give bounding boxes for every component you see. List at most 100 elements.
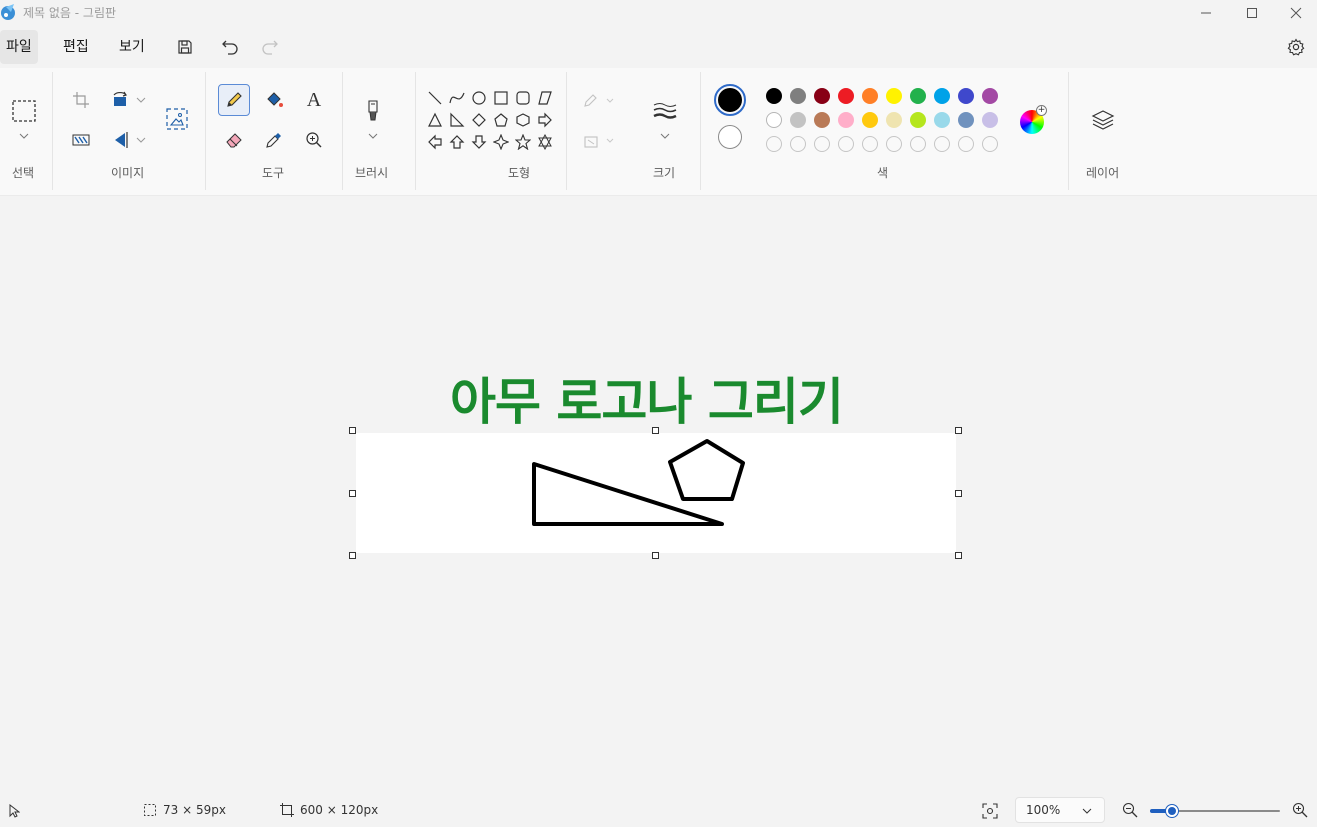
resize-handle-top-right[interactable] (955, 427, 962, 434)
chevron-down-icon[interactable] (368, 132, 378, 140)
custom-color-slot[interactable] (838, 136, 854, 152)
palette-swatch[interactable] (790, 88, 806, 104)
chevron-down-icon[interactable] (136, 136, 146, 144)
custom-color-slot[interactable] (766, 136, 782, 152)
menu-view[interactable]: 보기 (113, 30, 151, 64)
palette-swatch[interactable] (766, 112, 782, 128)
five-point-star-shape[interactable] (514, 133, 532, 151)
palette-swatch[interactable] (958, 88, 974, 104)
palette-swatch[interactable] (934, 88, 950, 104)
palette-swatch[interactable] (982, 112, 998, 128)
palette-swatch[interactable] (814, 112, 830, 128)
four-point-star-shape[interactable] (492, 133, 510, 151)
pencil-tool[interactable] (218, 84, 250, 116)
down-arrow-shape[interactable] (470, 133, 488, 151)
triangle-shape[interactable] (426, 111, 444, 129)
resize-handle-top[interactable] (652, 427, 659, 434)
edit-colors-button[interactable]: + (1020, 105, 1047, 134)
secondary-color-button[interactable] (718, 125, 742, 149)
rotate-tool[interactable] (106, 85, 136, 115)
layers-button[interactable] (1088, 105, 1118, 135)
image-resize-tool[interactable] (162, 104, 192, 134)
fill-dropdown[interactable] (578, 126, 618, 156)
fit-to-window-icon[interactable] (982, 803, 998, 819)
minimize-button[interactable] (1183, 0, 1229, 26)
crop-tool[interactable] (66, 85, 96, 115)
eraser-tool[interactable] (219, 125, 249, 155)
custom-color-slot[interactable] (790, 136, 806, 152)
custom-color-slot[interactable] (982, 136, 998, 152)
resize-handle-right[interactable] (955, 490, 962, 497)
palette-swatch[interactable] (910, 112, 926, 128)
menu-edit[interactable]: 편집 (57, 30, 95, 64)
resize-handle-top-left[interactable] (349, 427, 356, 434)
zoom-in-icon[interactable] (1292, 802, 1308, 818)
palette-swatch[interactable] (886, 112, 902, 128)
chevron-down-icon[interactable] (19, 132, 29, 140)
rectangle-shape[interactable] (492, 89, 510, 107)
outline-dropdown[interactable] (578, 86, 618, 116)
palette-swatch[interactable] (862, 88, 878, 104)
up-arrow-shape[interactable] (448, 133, 466, 151)
drawing-canvas[interactable] (356, 433, 956, 553)
save-button[interactable] (172, 34, 198, 60)
resize-handle-bottom[interactable] (652, 552, 659, 559)
right-triangle-shape[interactable] (448, 111, 466, 129)
palette-swatch[interactable] (958, 112, 974, 128)
close-button[interactable] (1273, 0, 1317, 26)
pentagon-shape[interactable] (492, 111, 510, 129)
custom-color-slot[interactable] (958, 136, 974, 152)
palette-swatch[interactable] (766, 88, 782, 104)
primary-color-button[interactable] (714, 84, 746, 116)
right-arrow-shape[interactable] (536, 111, 554, 129)
maximize-button[interactable] (1229, 0, 1275, 26)
menu-bar: 파일 편집 보기 (0, 30, 1317, 64)
eraser-icon (226, 133, 242, 148)
text-tool[interactable]: A (299, 85, 329, 115)
zoom-slider-thumb[interactable] (1166, 805, 1179, 817)
line-shape[interactable] (426, 89, 444, 107)
magnifier-tool[interactable] (299, 125, 329, 155)
rect-select-tool[interactable] (9, 96, 39, 126)
brush-tool[interactable] (358, 96, 388, 126)
palette-swatch[interactable] (790, 112, 806, 128)
diamond-shape[interactable] (470, 111, 488, 129)
settings-button[interactable] (1283, 34, 1309, 60)
zoom-out-icon[interactable] (1122, 802, 1138, 818)
chevron-down-icon[interactable] (136, 96, 146, 104)
custom-color-slot[interactable] (862, 136, 878, 152)
flip-tool[interactable] (106, 125, 136, 155)
custom-color-slot[interactable] (910, 136, 926, 152)
resize-handle-bottom-right[interactable] (955, 552, 962, 559)
palette-swatch[interactable] (838, 88, 854, 104)
resize-handle-left[interactable] (349, 490, 356, 497)
zoom-level-select[interactable]: 100% (1015, 797, 1105, 823)
skew-tool[interactable] (66, 125, 96, 155)
hexagon-shape[interactable] (514, 111, 532, 129)
palette-swatch[interactable] (910, 88, 926, 104)
redo-button[interactable] (257, 34, 283, 60)
palette-swatch[interactable] (886, 88, 902, 104)
size-dropdown[interactable] (648, 96, 682, 126)
custom-color-slot[interactable] (934, 136, 950, 152)
palette-swatch[interactable] (814, 88, 830, 104)
menu-file[interactable]: 파일 (0, 30, 38, 64)
curve-shape[interactable] (448, 89, 466, 107)
custom-color-slot[interactable] (814, 136, 830, 152)
undo-button[interactable] (217, 34, 243, 60)
zoom-slider[interactable] (1150, 805, 1280, 817)
chevron-down-icon[interactable] (660, 132, 670, 140)
palette-swatch[interactable] (838, 112, 854, 128)
six-point-star-shape[interactable] (536, 133, 554, 151)
palette-swatch[interactable] (934, 112, 950, 128)
oval-shape[interactable] (470, 89, 488, 107)
palette-swatch[interactable] (982, 88, 998, 104)
left-arrow-shape[interactable] (426, 133, 444, 151)
palette-swatch[interactable] (862, 112, 878, 128)
resize-handle-bottom-left[interactable] (349, 552, 356, 559)
custom-color-slot[interactable] (886, 136, 902, 152)
fill-tool[interactable] (259, 85, 289, 115)
rounded-rectangle-shape[interactable] (514, 89, 532, 107)
color-picker-tool[interactable] (259, 125, 289, 155)
polygon-shape[interactable] (536, 89, 554, 107)
